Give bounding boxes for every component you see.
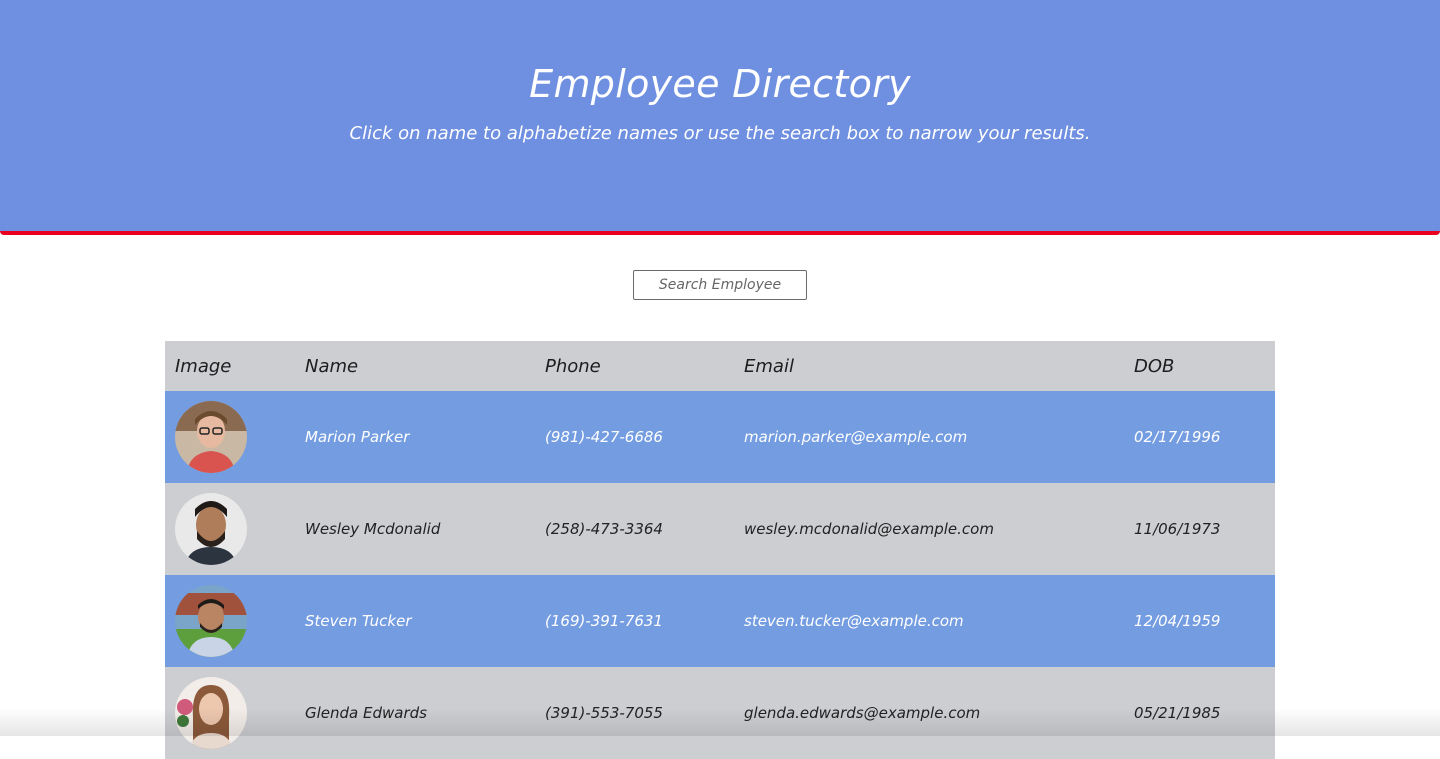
avatar-cell: [175, 667, 247, 759]
employee-phone: (169)-391-7631: [545, 575, 663, 667]
employee-email: glenda.edwards@example.com: [744, 667, 980, 759]
employee-dob: 02/17/1996: [1134, 391, 1220, 483]
avatar: [175, 493, 247, 565]
employee-name: Marion Parker: [305, 391, 409, 483]
avatar: [175, 677, 247, 749]
column-header-dob: DOB: [1134, 341, 1174, 391]
avatar: [175, 401, 247, 473]
column-header-email: Email: [744, 341, 794, 391]
avatar-cell: [175, 483, 247, 575]
employee-dob: 11/06/1973: [1134, 483, 1220, 575]
employee-table: Image Name Phone Email DOB Marion Parker…: [165, 341, 1275, 759]
column-header-name-sort[interactable]: Name: [305, 341, 358, 391]
employee-phone: (258)-473-3364: [545, 483, 663, 575]
employee-phone: (981)-427-6686: [545, 391, 663, 483]
table-row: Wesley Mcdonalid (258)-473-3364 wesley.m…: [165, 483, 1275, 575]
avatar-cell: [175, 575, 247, 667]
employee-dob: 12/04/1959: [1134, 575, 1220, 667]
employee-email: wesley.mcdonalid@example.com: [744, 483, 994, 575]
table-row: Steven Tucker (169)-391-7631 steven.tuck…: [165, 575, 1275, 667]
column-header-phone: Phone: [545, 341, 601, 391]
employee-email: marion.parker@example.com: [744, 391, 967, 483]
page-subtitle: Click on name to alphabetize names or us…: [0, 123, 1440, 144]
employee-name: Wesley Mcdonalid: [305, 483, 440, 575]
table-header-row: Image Name Phone Email DOB: [165, 341, 1275, 391]
page-header: Employee Directory Click on name to alph…: [0, 0, 1440, 235]
employee-email: steven.tucker@example.com: [744, 575, 964, 667]
column-header-image: Image: [175, 341, 231, 391]
avatar: [175, 585, 247, 657]
search-input[interactable]: [633, 270, 807, 300]
employee-name: Steven Tucker: [305, 575, 412, 667]
table-row: Glenda Edwards (391)-553-7055 glenda.edw…: [165, 667, 1275, 759]
employee-name: Glenda Edwards: [305, 667, 427, 759]
page-title: Employee Directory: [0, 62, 1440, 106]
employee-dob: 05/21/1985: [1134, 667, 1220, 759]
employee-phone: (391)-553-7055: [545, 667, 663, 759]
avatar-cell: [175, 391, 247, 483]
table-row: Marion Parker (981)-427-6686 marion.park…: [165, 391, 1275, 483]
